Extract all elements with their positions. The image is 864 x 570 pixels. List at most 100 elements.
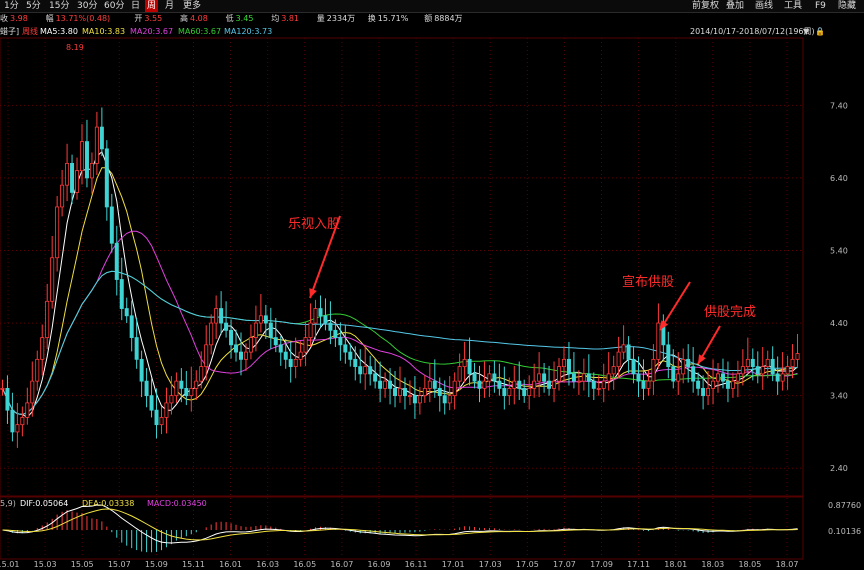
candle-body bbox=[402, 387, 407, 397]
candle-body bbox=[596, 387, 601, 390]
annotation-label: 乐视入股 bbox=[288, 217, 340, 232]
candle-body bbox=[84, 141, 89, 179]
candle-body bbox=[785, 366, 790, 375]
candle-body bbox=[318, 308, 323, 317]
candle-body bbox=[472, 373, 477, 382]
candle-body bbox=[432, 380, 437, 389]
annotation-label: 宣布供股 bbox=[622, 274, 674, 290]
x-tick-label: 16.07 bbox=[330, 560, 353, 569]
x-tick-label: 15.07 bbox=[108, 560, 131, 569]
macd-legend-macd: MACD:0.03450 bbox=[147, 499, 207, 508]
candle-body bbox=[775, 373, 780, 382]
candle-body bbox=[174, 380, 179, 397]
candle-body bbox=[20, 417, 25, 426]
candle-body bbox=[502, 387, 507, 397]
macd-legend-dea: DEA:0.03338 bbox=[82, 499, 134, 508]
candle-body bbox=[457, 366, 462, 382]
candle-body bbox=[646, 380, 651, 389]
candle-body bbox=[104, 148, 109, 208]
macd-legend-prefix: 5,9) bbox=[0, 499, 16, 508]
candle-body bbox=[765, 358, 770, 368]
candle-body bbox=[343, 344, 348, 353]
candle-body bbox=[616, 351, 621, 368]
candle-body bbox=[278, 344, 283, 353]
candle-body bbox=[497, 380, 502, 389]
candle-body bbox=[666, 344, 671, 368]
candle-body bbox=[681, 358, 686, 375]
candle-body bbox=[671, 366, 676, 382]
candle-body bbox=[268, 322, 273, 338]
y-tick-label: 4.40 bbox=[830, 319, 848, 328]
candle-body bbox=[452, 380, 457, 397]
candle-body bbox=[641, 380, 646, 389]
candle-body bbox=[636, 373, 641, 382]
x-tick-label: 15.11 bbox=[182, 560, 205, 569]
y-tick-label: 7.40 bbox=[830, 101, 848, 110]
candle-body bbox=[606, 373, 611, 382]
candle-body bbox=[780, 373, 785, 382]
candle-body bbox=[338, 337, 343, 346]
candle-body bbox=[581, 373, 586, 382]
candle-body bbox=[576, 380, 581, 383]
candle-body bbox=[601, 380, 606, 389]
candle-body bbox=[790, 358, 795, 368]
candle-body bbox=[288, 358, 293, 368]
candle-body bbox=[397, 387, 402, 397]
candle-body bbox=[442, 395, 447, 404]
candle-body bbox=[204, 344, 209, 368]
x-tick-label: 15.03 bbox=[34, 560, 57, 569]
candle-body bbox=[770, 358, 775, 375]
price-chart[interactable]: 7.40 6.40 5.40 4.40 3.40 2.40 0.87760 0.10136 1… bbox=[0, 0, 864, 570]
x-tick-label: 18.01 bbox=[664, 560, 687, 569]
candle-body bbox=[15, 424, 20, 433]
candle-body bbox=[75, 170, 80, 193]
candle-body bbox=[716, 373, 721, 382]
candle-body bbox=[755, 366, 760, 375]
candle-body bbox=[571, 373, 576, 382]
candle-body bbox=[378, 380, 383, 389]
candle-body bbox=[701, 387, 706, 397]
candle-body bbox=[219, 308, 224, 324]
candle-body bbox=[313, 308, 318, 324]
candle-body bbox=[293, 358, 298, 368]
candle-body bbox=[422, 387, 427, 397]
candle-body bbox=[447, 395, 452, 404]
y-tick-label: 2.40 bbox=[830, 464, 848, 473]
candle-body bbox=[393, 387, 398, 397]
candle-body bbox=[179, 380, 184, 389]
candle-body bbox=[373, 373, 378, 382]
candle-body bbox=[55, 206, 60, 259]
candle-body bbox=[427, 380, 432, 389]
candle-body bbox=[60, 184, 65, 208]
candle-body bbox=[552, 380, 557, 389]
candle-body bbox=[124, 308, 129, 317]
candle-body bbox=[353, 358, 358, 368]
x-tick-label: 15.05 bbox=[71, 560, 94, 569]
candle-body bbox=[407, 395, 412, 398]
candle-body bbox=[750, 358, 755, 368]
candle-body bbox=[94, 126, 99, 164]
candle-body bbox=[65, 162, 70, 186]
candle-body bbox=[795, 353, 800, 360]
candle-body bbox=[487, 373, 492, 382]
candle-body bbox=[243, 351, 248, 360]
candle-body bbox=[189, 387, 194, 397]
candle-body bbox=[507, 387, 512, 397]
candle-body bbox=[263, 315, 268, 324]
x-tick-label: 17.03 bbox=[479, 560, 502, 569]
candle-body bbox=[5, 387, 10, 411]
x-tick-label: 17.07 bbox=[553, 560, 576, 569]
macd-legend-dif: DIF:0.05064 bbox=[20, 499, 68, 508]
candle-body bbox=[467, 358, 472, 375]
candle-body bbox=[388, 380, 393, 389]
candle-body bbox=[79, 141, 84, 172]
x-tick-label: 16.03 bbox=[256, 560, 279, 569]
candle-body bbox=[199, 366, 204, 382]
candle-body bbox=[760, 366, 765, 375]
candle-body bbox=[557, 366, 562, 382]
candle-body bbox=[109, 206, 114, 244]
candle-body bbox=[740, 366, 745, 375]
candle-body bbox=[522, 387, 527, 397]
x-tick-label: 17.09 bbox=[590, 560, 613, 569]
candle-body bbox=[725, 380, 730, 389]
